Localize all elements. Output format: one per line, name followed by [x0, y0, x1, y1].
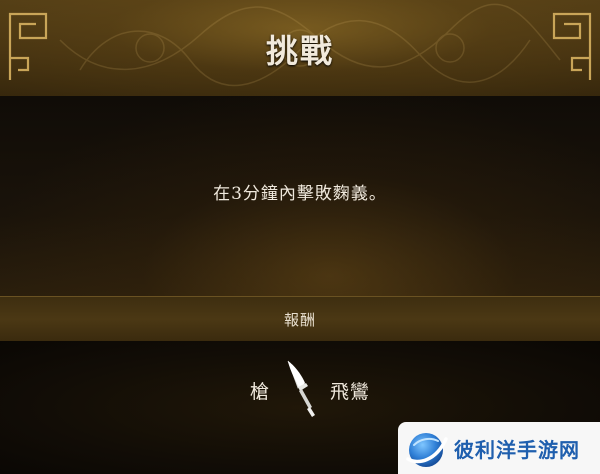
challenge-title: 挑戰 [265, 32, 334, 70]
globe-swoosh-logo [406, 433, 448, 467]
site-watermark: 彼利洋手游网 [398, 422, 600, 474]
reward-item: 槍 飛鸞 [0, 351, 600, 421]
challenge-description: 在3分鐘內擊敗麴義。 [213, 184, 387, 204]
reward-item-type: 槍 [250, 381, 270, 403]
challenge-body: 在3分鐘內擊敗麴義。 [0, 96, 600, 296]
reward-header: 報酬 [0, 296, 600, 343]
spear-icon [287, 360, 315, 417]
reward-section-label: 報酬 [283, 311, 316, 329]
watermark-text: 彼利洋手游网 [454, 438, 580, 462]
title-banner: 挑戰 [0, 0, 600, 96]
reward-item-name: 飛鸞 [330, 381, 371, 403]
challenge-panel: 挑戰 在3分鐘內擊敗麴義。 報酬 槍 飛鸞 彼利洋手游网 [0, 0, 600, 474]
